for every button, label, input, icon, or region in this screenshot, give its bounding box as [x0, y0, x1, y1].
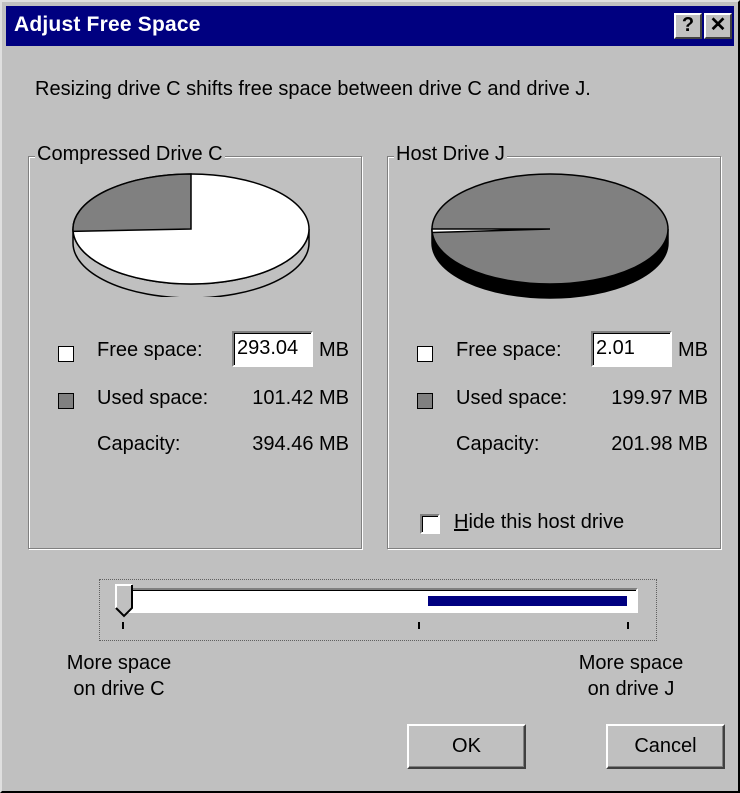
- capacity-label: Capacity:: [97, 433, 181, 455]
- drive-c-free-space-value: 293.04: [237, 337, 299, 359]
- adjust-free-space-dialog: Adjust Free Space ? ✕ Resizing drive C s…: [0, 0, 740, 793]
- capacity-label: Capacity:: [456, 433, 540, 455]
- drive-j-free-space-value: 2.01: [596, 337, 635, 359]
- description-text: Resizing drive C shifts free space betwe…: [35, 78, 591, 100]
- capacity-value: 394.46 MB: [252, 433, 349, 455]
- window-title: Adjust Free Space: [14, 13, 201, 36]
- used-space-swatch: [58, 393, 74, 409]
- used-space-value: 101.42 MB: [252, 387, 349, 409]
- hide-host-drive-label[interactable]: Hide this host drive: [454, 511, 624, 534]
- drive-c-used-slice: [72, 173, 192, 233]
- free-space-label: Free space:: [456, 339, 562, 361]
- help-button[interactable]: ?: [674, 13, 702, 39]
- compressed-drive-c-group: Compressed Drive C Free space: 293.04 MB…: [28, 143, 362, 549]
- more-space-drive-j-line2: on drive J: [587, 678, 675, 700]
- free-space-swatch: [58, 346, 74, 362]
- used-space-swatch: [417, 393, 433, 409]
- drive-j-free-space-input[interactable]: 2.01: [591, 331, 672, 367]
- slider-thumb[interactable]: [115, 584, 135, 618]
- free-space-label: Free space:: [97, 339, 203, 361]
- drive-c-free-space-input[interactable]: 293.04: [232, 331, 313, 367]
- used-space-value: 199.97 MB: [611, 387, 708, 409]
- used-space-label: Used space:: [97, 387, 209, 409]
- hide-host-drive-mnemonic: H: [454, 511, 469, 533]
- close-icon: ✕: [709, 14, 727, 36]
- ok-button[interactable]: OK: [407, 724, 526, 769]
- free-space-unit: MB: [319, 339, 349, 361]
- cancel-button[interactable]: Cancel: [606, 724, 725, 769]
- free-space-swatch: [417, 346, 433, 362]
- hide-host-drive-checkbox[interactable]: [420, 514, 440, 534]
- close-button[interactable]: ✕: [704, 13, 732, 39]
- more-space-drive-j-line1: More space: [578, 652, 684, 674]
- more-space-drive-c-line2: on drive C: [73, 678, 165, 700]
- group-title-drive-c: Compressed Drive C: [35, 143, 225, 166]
- used-space-label: Used space:: [456, 387, 568, 409]
- more-space-drive-j-label: More space on drive J: [566, 650, 696, 702]
- help-icon: ?: [681, 14, 695, 36]
- drive-c-pie-chart: [72, 173, 310, 297]
- slider-highlight-bar: [427, 596, 627, 606]
- slider-tick-right: [627, 622, 629, 629]
- capacity-value: 201.98 MB: [611, 433, 708, 455]
- free-space-unit: MB: [678, 339, 708, 361]
- free-space-slider-track[interactable]: [119, 588, 638, 613]
- slider-tick-left: [122, 622, 124, 629]
- drive-j-pie-chart: [431, 173, 669, 299]
- more-space-drive-c-label: More space on drive C: [54, 650, 184, 702]
- hide-host-drive-text: ide this host drive: [468, 511, 625, 533]
- more-space-drive-c-line1: More space: [66, 652, 172, 674]
- host-drive-j-group: Host Drive J Free space: 2.01 MB Used sp…: [387, 143, 721, 549]
- title-bar[interactable]: Adjust Free Space ? ✕: [6, 6, 734, 46]
- slider-tick-middle: [418, 622, 420, 629]
- group-title-drive-j: Host Drive J: [394, 143, 507, 166]
